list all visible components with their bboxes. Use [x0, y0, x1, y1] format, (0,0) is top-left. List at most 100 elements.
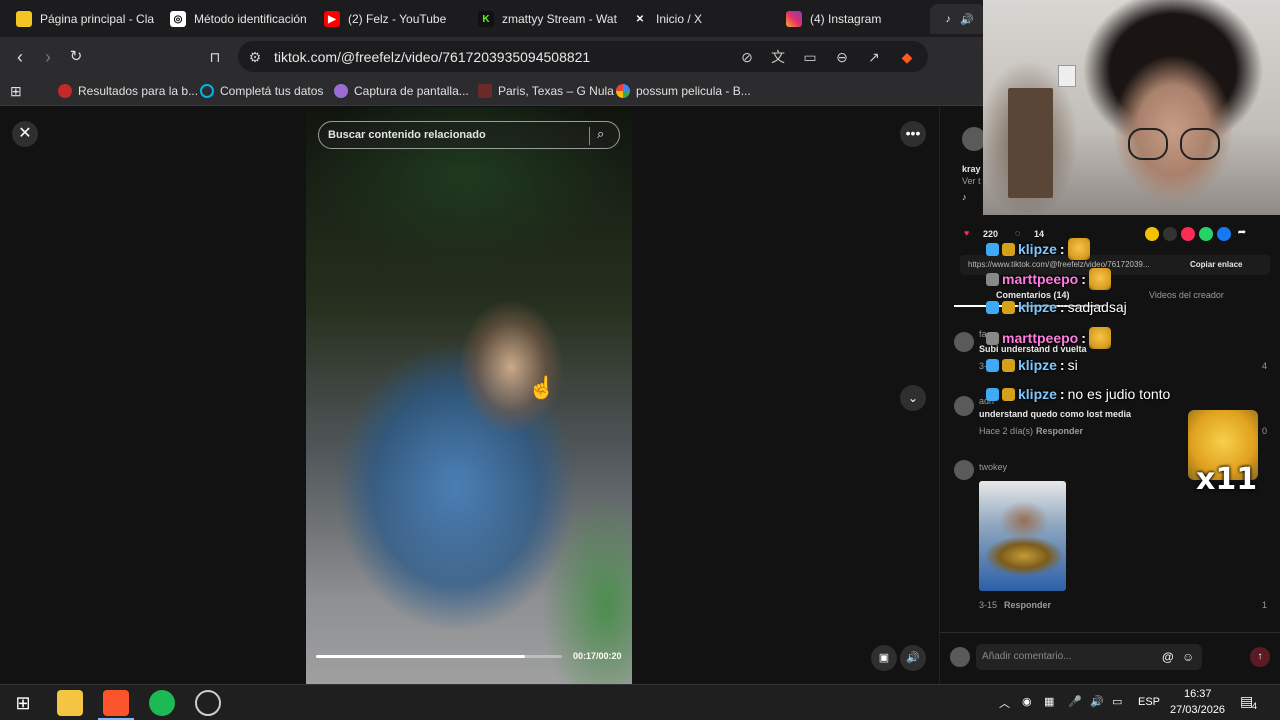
circle-logo-icon	[200, 84, 214, 98]
microphone-icon[interactable]: 🎤	[1068, 695, 1082, 708]
comment-meta: 3-15	[979, 600, 998, 610]
bookmark-captura[interactable]: Captura de pantalla...	[334, 81, 469, 101]
address-bar[interactable]: ⚙ tiktok.com/@freefelz/video/76172039350…	[238, 41, 928, 72]
volume-button[interactable]: 🔊	[900, 645, 926, 671]
bookmark-possum[interactable]: possum pelicula - B...	[616, 81, 751, 101]
share-icons: ➦	[1145, 227, 1249, 241]
whatsapp-icon[interactable]	[1199, 227, 1213, 241]
reload-button[interactable]: ↻	[64, 45, 88, 69]
embed-icon[interactable]	[1163, 227, 1177, 241]
tab-youtube[interactable]: ▶ (2) Felz - YouTube	[314, 4, 464, 34]
copy-link-button[interactable]: Copiar enlace	[1190, 260, 1242, 269]
sub-badge-icon	[1002, 300, 1015, 314]
comment-likes[interactable]: 4	[1262, 361, 1267, 371]
reply-button[interactable]: Responder	[1004, 600, 1051, 610]
x-icon: ✕	[635, 13, 645, 25]
tab-pagina-principal[interactable]: Página principal - Cla	[6, 4, 156, 34]
zoom-icon[interactable]: ⊖	[833, 48, 851, 66]
chat-text: si	[1067, 357, 1078, 373]
heart-icon[interactable]: ♥	[964, 228, 969, 238]
cast-icon[interactable]: ▭	[801, 48, 819, 66]
more-options-button[interactable]: •••	[900, 121, 926, 147]
back-button[interactable]: ‹	[8, 45, 32, 69]
bookmark-label: Captura de pantalla...	[354, 84, 469, 98]
comment-icon[interactable]: ◌	[1015, 228, 1020, 238]
app-tray-icon[interactable]: ▦	[1044, 695, 1054, 708]
network-icon[interactable]: ▭	[1112, 695, 1122, 708]
video-progress-bar[interactable]	[316, 655, 562, 658]
classroom-icon	[16, 11, 32, 27]
bookmark-resultados[interactable]: Resultados para la b...	[58, 81, 198, 101]
emoji-icon[interactable]: ☺	[1182, 650, 1194, 664]
no-translate-icon[interactable]: ⊘	[738, 48, 756, 66]
movie-thumb-icon	[478, 84, 492, 98]
tab-tiktok-active[interactable]: ♪ 🔊	[930, 4, 985, 34]
share-arrow-icon[interactable]: ➦	[1235, 227, 1249, 241]
video-player[interactable]: Buscar contenido relacionado ⌕ ☝ 00:17/0…	[306, 107, 632, 684]
bookmark-icon[interactable]: ⊓	[203, 45, 227, 69]
translate-icon[interactable]: 文	[769, 48, 787, 66]
send-comment-button[interactable]: ↑	[1250, 647, 1270, 667]
brave-browser-icon[interactable]	[103, 690, 129, 716]
tab-creator-videos[interactable]: Videos del creador	[1149, 290, 1224, 300]
add-comment-input[interactable]: Añadir comentario... @ ☺	[976, 644, 1202, 670]
mod-badge-icon	[986, 272, 999, 286]
discord-icon[interactable]: ◉	[1022, 695, 1032, 708]
language-indicator[interactable]: ESP	[1138, 696, 1160, 708]
chat-message: klipze: sadjadsaj	[986, 299, 1127, 315]
music-note-icon: ♪	[962, 192, 967, 202]
bookmark-completa[interactable]: Completá tus datos	[200, 81, 323, 101]
bookmark-paris-texas[interactable]: Paris, Texas – G Nula	[478, 81, 614, 101]
reply-button[interactable]: Responder	[1036, 426, 1083, 436]
avatar[interactable]	[954, 460, 974, 480]
brave-shield-icon[interactable]: ◆	[898, 48, 916, 66]
avatar[interactable]	[954, 396, 974, 416]
next-video-button[interactable]: ⌄	[900, 385, 926, 411]
search-icon[interactable]: ⌕	[597, 126, 604, 142]
windows-start-icon[interactable]: ⊞	[10, 690, 36, 716]
sub-badge-icon	[1002, 387, 1015, 401]
tab-x[interactable]: ✕ Inicio / X	[622, 4, 772, 34]
volume-icon[interactable]: 🔊	[1090, 695, 1104, 708]
instagram-icon	[786, 11, 802, 27]
comment-likes[interactable]: 0	[1262, 426, 1267, 436]
sub-badge-icon	[1002, 358, 1015, 372]
site-settings-icon[interactable]: ⚙	[246, 48, 264, 66]
facebook-icon[interactable]	[1217, 227, 1231, 241]
speaker-icon[interactable]: 🔊	[960, 13, 974, 26]
progress-fill	[316, 655, 526, 658]
forward-button[interactable]: ›	[36, 45, 60, 69]
share-icon[interactable]: ↗	[865, 48, 883, 66]
author-sub: Ver t	[962, 176, 981, 186]
comment-user[interactable]: twokey	[979, 462, 1007, 472]
apps-grid-icon[interactable]: ⊞	[10, 81, 22, 101]
chat-username: marttpeepo	[1002, 330, 1079, 346]
miniplayer-button[interactable]: ▣	[871, 645, 897, 671]
youtube-icon: ▶	[324, 11, 340, 27]
bookmark-label: Resultados para la b...	[78, 84, 199, 98]
mention-icon[interactable]: @	[1162, 650, 1174, 664]
duck-emote-icon	[1088, 327, 1111, 349]
clock-date[interactable]: 27/03/2026	[1170, 704, 1225, 716]
bookmark-label: possum pelicula - B...	[636, 84, 751, 98]
tab-metodo[interactable]: ◎ Método identificación	[160, 4, 310, 34]
tiktok-icon: ♪	[945, 13, 951, 25]
send-icon[interactable]	[1181, 227, 1195, 241]
comment-likes[interactable]: 1	[1262, 600, 1267, 610]
bookmark-label: Completá tus datos	[220, 84, 324, 98]
tab-kick-stream[interactable]: K zmattyy Stream - Wat	[468, 4, 618, 34]
tray-chevron-icon[interactable]: ︿	[999, 695, 1010, 711]
file-explorer-icon[interactable]	[57, 690, 83, 716]
tab-instagram[interactable]: (4) Instagram	[776, 4, 926, 34]
comment-image[interactable]	[979, 481, 1066, 591]
spotify-icon[interactable]	[149, 690, 175, 716]
clock-time[interactable]: 16:37	[1184, 688, 1212, 700]
chat-username: marttpeepo	[1002, 271, 1079, 287]
obs-icon[interactable]	[195, 690, 221, 716]
avatar[interactable]	[954, 332, 974, 352]
pen-icon	[334, 84, 348, 98]
author-name[interactable]: kray	[962, 164, 981, 174]
coin-icon[interactable]	[1145, 227, 1159, 241]
close-button[interactable]: ✕	[12, 121, 38, 147]
related-search-input[interactable]: Buscar contenido relacionado ⌕	[318, 121, 620, 149]
